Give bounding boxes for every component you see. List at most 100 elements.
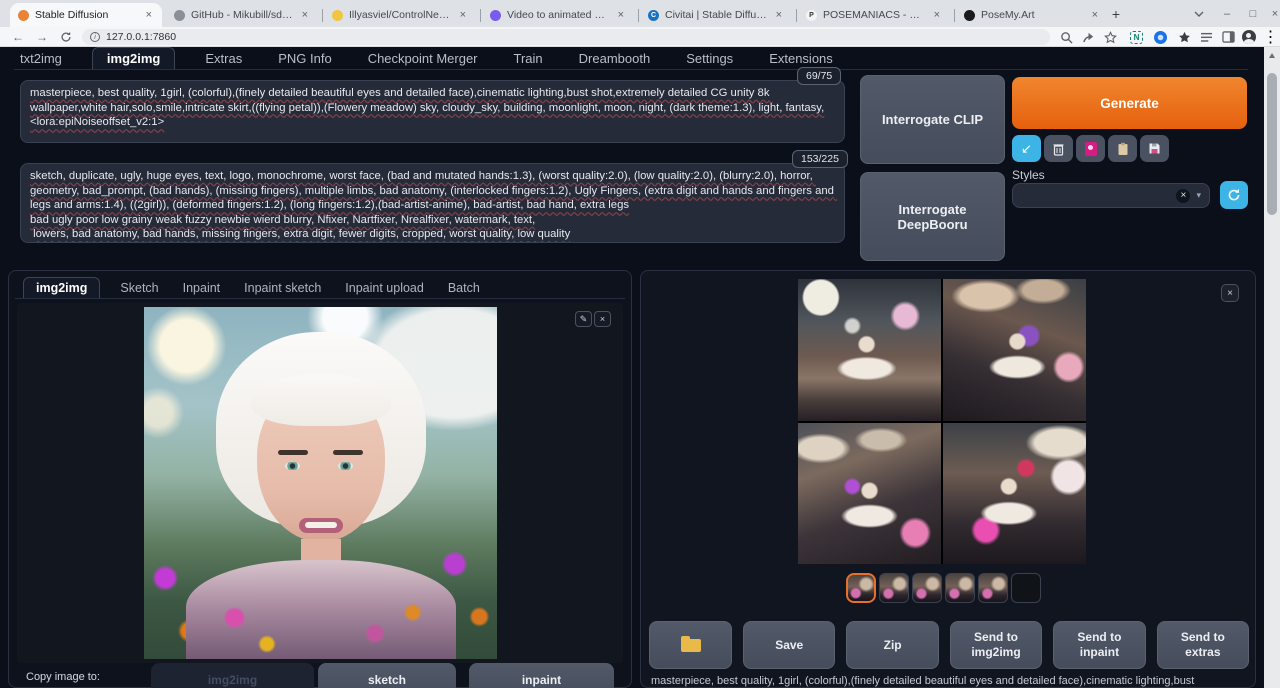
thumbnail-5[interactable] <box>978 573 1008 603</box>
reading-list-icon[interactable] <box>1198 29 1215 45</box>
tab-close-icon[interactable]: × <box>1090 9 1100 21</box>
tab-close-icon[interactable]: × <box>458 9 468 21</box>
browser-tab-controlnet[interactable]: Illyasviel/ControlNet at main × <box>324 3 476 27</box>
refresh-icon <box>1227 188 1241 202</box>
browser-tab-stable-diffusion[interactable]: Stable Diffusion × <box>10 3 162 27</box>
negative-prompt-input[interactable]: sketch, duplicate, ugly, huge eyes, text… <box>20 163 845 243</box>
chevron-down-icon[interactable]: ▾ <box>1196 190 1201 201</box>
tab-settings[interactable]: Settings <box>680 48 739 69</box>
tab-train[interactable]: Train <box>508 48 549 69</box>
output-image-2[interactable] <box>943 279 1086 421</box>
tab-checkpoint-merger[interactable]: Checkpoint Merger <box>362 48 484 69</box>
thumbnail-3[interactable] <box>912 573 942 603</box>
subtab-inpaint[interactable]: Inpaint <box>179 278 225 298</box>
send-to-inpaint-button[interactable]: Send to inpaint <box>1053 621 1145 669</box>
open-folder-button[interactable] <box>649 621 732 669</box>
browser-menu-icon[interactable]: ⋮ <box>1262 29 1279 45</box>
tab-close-icon[interactable]: × <box>300 9 310 21</box>
browser-tab-github[interactable]: GitHub - Mikubill/sd-webui-con × <box>166 3 318 27</box>
send-to-img2img-button[interactable]: Send to img2img <box>950 621 1042 669</box>
subtab-batch[interactable]: Batch <box>444 278 484 298</box>
save-style-button[interactable] <box>1140 135 1169 162</box>
subtab-img2img[interactable]: img2img <box>23 277 100 298</box>
back-icon[interactable]: ← <box>10 29 26 45</box>
subtab-inpaint-upload[interactable]: Inpaint upload <box>341 278 428 298</box>
apply-style-button[interactable] <box>1108 135 1137 162</box>
browser-tab-posemyart[interactable]: PoseMy.Art × <box>956 3 1108 27</box>
thumbnail-2[interactable] <box>879 573 909 603</box>
favicon <box>18 10 29 21</box>
page-scrollbar[interactable] <box>1264 47 1280 688</box>
extension-n-icon[interactable]: N <box>1128 29 1145 45</box>
thumbnail-6[interactable] <box>1011 573 1041 603</box>
reload-icon[interactable] <box>58 29 74 45</box>
paste-params-button[interactable]: ↙ <box>1012 135 1041 162</box>
output-image-1[interactable] <box>798 279 941 421</box>
clear-prompt-button[interactable] <box>1044 135 1073 162</box>
zoom-icon[interactable] <box>1058 29 1075 45</box>
send-to-extras-button[interactable]: Send to extras <box>1157 621 1249 669</box>
tab-close-icon[interactable]: × <box>616 9 626 21</box>
extension-blue-icon[interactable] <box>1152 29 1169 45</box>
source-image-canvas[interactable]: ✎ × <box>17 303 623 663</box>
favicon <box>332 10 343 21</box>
window-minimize-button[interactable]: – <box>1214 0 1240 27</box>
styles-dropdown[interactable]: × ▾ <box>1012 183 1210 208</box>
share-icon[interactable] <box>1080 29 1097 45</box>
output-image-4[interactable] <box>943 423 1086 565</box>
tab-img2img[interactable]: img2img <box>92 47 175 69</box>
interrogate-clip-button[interactable]: Interrogate CLIP <box>860 75 1005 164</box>
tab-extras[interactable]: Extras <box>199 48 248 69</box>
window-close-button[interactable]: × <box>1262 0 1280 27</box>
forward-icon[interactable]: → <box>34 29 50 45</box>
url-bar[interactable]: i 127.0.0.1:7860 <box>82 29 1050 45</box>
side-panel-icon[interactable] <box>1220 29 1237 45</box>
save-button[interactable]: Save <box>743 621 835 669</box>
browser-tab-gif-converter[interactable]: Video to animated GIF converter × <box>482 3 634 27</box>
extension-pin-icon[interactable] <box>1176 29 1193 45</box>
tab-txt2img[interactable]: txt2img <box>14 48 68 69</box>
tab-title: POSEMANIACS - Royalty free 3 <box>823 9 926 21</box>
prompt-input[interactable]: masterpiece, best quality, 1girl, (color… <box>20 80 845 143</box>
thumbnail-1-selected[interactable] <box>846 573 876 603</box>
scrollbar-up-arrow[interactable] <box>1269 53 1275 58</box>
scrollbar-thumb[interactable] <box>1267 73 1277 215</box>
tab-close-icon[interactable]: × <box>932 9 942 21</box>
copy-to-inpaint-button[interactable]: inpaint <box>469 663 614 688</box>
edit-image-button[interactable]: ✎ <box>575 311 592 327</box>
tab-title: PoseMy.Art <box>981 9 1084 21</box>
tab-close-icon[interactable]: × <box>144 9 154 21</box>
copy-to-sketch-button[interactable]: sketch <box>318 663 456 688</box>
bookmark-star-icon[interactable] <box>1102 29 1119 45</box>
favicon <box>490 10 501 21</box>
tab-separator <box>954 9 955 22</box>
subtab-inpaint-sketch[interactable]: Inpaint sketch <box>240 278 325 298</box>
tab-extensions[interactable]: Extensions <box>763 48 839 69</box>
site-info-icon[interactable]: i <box>90 32 100 42</box>
output-image-3[interactable] <box>798 423 941 565</box>
extra-networks-button[interactable] <box>1076 135 1105 162</box>
profile-avatar[interactable] <box>1240 29 1257 45</box>
output-image-grid[interactable] <box>798 279 1086 564</box>
remove-image-button[interactable]: × <box>594 311 611 327</box>
clear-selection-icon[interactable]: × <box>1176 189 1190 203</box>
new-tab-button[interactable]: + <box>1106 5 1126 25</box>
thumbnail-4[interactable] <box>945 573 975 603</box>
folder-icon <box>681 639 701 652</box>
tab-search-chevron-icon[interactable] <box>1186 0 1212 27</box>
source-image[interactable] <box>144 307 497 659</box>
tab-dreambooth[interactable]: Dreambooth <box>573 48 657 69</box>
browser-tab-civitai[interactable]: C Civitai | Stable Diffusion models × <box>640 3 792 27</box>
refresh-styles-button[interactable] <box>1220 181 1248 209</box>
portrait-eye <box>285 462 300 470</box>
subtab-sketch[interactable]: Sketch <box>116 278 162 298</box>
tab-png-info[interactable]: PNG Info <box>272 48 337 69</box>
trash-icon <box>1052 142 1065 156</box>
interrogate-deepbooru-button[interactable]: Interrogate DeepBooru <box>860 172 1005 261</box>
browser-tab-posemaniacs[interactable]: P POSEMANIACS - Royalty free 3 × <box>798 3 950 27</box>
generate-button[interactable]: Generate <box>1012 77 1247 129</box>
gallery-close-button[interactable]: × <box>1221 284 1239 302</box>
generation-info-text: masterpiece, best quality, 1girl, (color… <box>651 675 1247 688</box>
tab-close-icon[interactable]: × <box>774 9 784 21</box>
zip-button[interactable]: Zip <box>846 621 938 669</box>
